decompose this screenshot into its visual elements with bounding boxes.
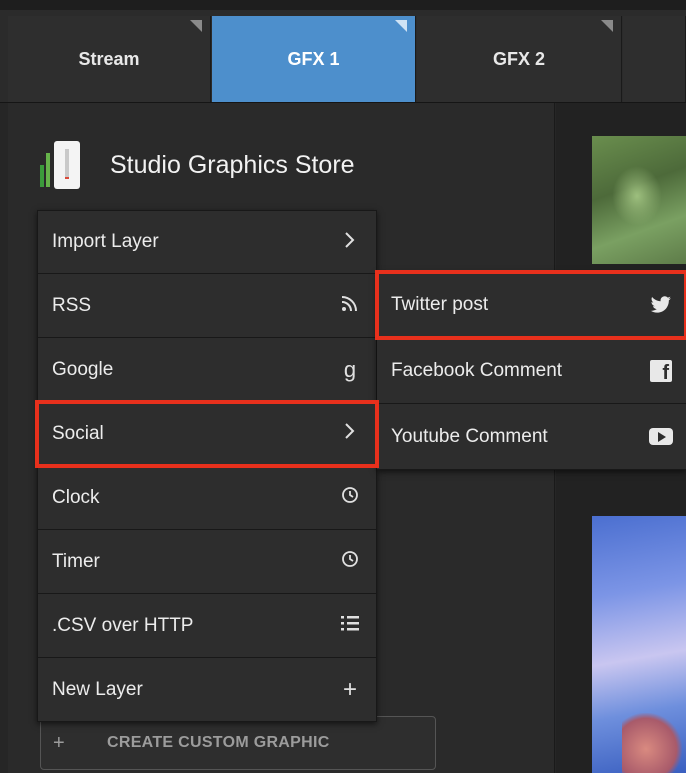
youtube-icon xyxy=(648,428,674,445)
submenu-item-label: Youtube Comment xyxy=(391,425,548,447)
tab-more[interactable] xyxy=(623,16,686,102)
tab-corner-icon xyxy=(395,20,407,32)
tab-label: GFX 1 xyxy=(287,48,340,69)
tab-corner-icon xyxy=(190,20,202,32)
menu-item-import-layer[interactable]: Import Layer xyxy=(37,210,377,274)
studio-graphics-store-icon xyxy=(40,137,96,193)
store-header: Studio Graphics Store xyxy=(40,135,355,195)
tab-label: GFX 2 xyxy=(492,48,545,69)
menu-item-label: Google xyxy=(52,358,114,380)
menu-item-google[interactable]: Google g xyxy=(37,338,377,402)
list-icon xyxy=(338,614,362,637)
twitter-icon xyxy=(648,295,674,314)
submenu-item-label: Facebook Comment xyxy=(391,359,563,381)
tab-label: Stream xyxy=(78,48,140,69)
menu-item-label: Import Layer xyxy=(52,231,159,252)
menu-item-clock[interactable]: Clock xyxy=(37,466,377,530)
menu-item-label: Clock xyxy=(52,486,100,508)
submenu-item-youtube-comment[interactable]: Youtube Comment xyxy=(377,404,686,470)
menu-item-csv-over-http[interactable]: .CSV over HTTP xyxy=(37,594,377,658)
create-custom-graphic-button[interactable]: + CREATE CUSTOM GRAPHIC xyxy=(40,716,436,770)
rss-icon xyxy=(338,294,362,317)
graphic-thumbnail[interactable] xyxy=(592,516,686,773)
submenu-item-facebook-comment[interactable]: Facebook Comment xyxy=(377,338,686,404)
graphic-thumbnail[interactable] xyxy=(592,136,686,264)
tab-gfx2[interactable]: GFX 2 xyxy=(417,16,622,102)
google-icon: g xyxy=(343,356,357,382)
menu-item-new-layer[interactable]: New Layer + xyxy=(37,658,377,722)
menu-item-social[interactable]: Social xyxy=(35,400,379,468)
clock-icon xyxy=(338,486,362,509)
add-layer-menu: Import Layer RSS Google g Social Clock T… xyxy=(35,210,379,722)
plus-icon: + xyxy=(342,675,357,703)
chevron-right-icon xyxy=(338,422,362,445)
submenu-item-label: Twitter post xyxy=(391,293,489,315)
menu-item-label: New Layer xyxy=(52,678,143,700)
menu-item-label: Social xyxy=(52,422,104,444)
social-submenu: Twitter post Facebook Comment Youtube Co… xyxy=(375,270,686,470)
menu-item-label: .CSV over HTTP xyxy=(52,614,194,636)
tab-gfx1[interactable]: GFX 1 xyxy=(212,16,416,102)
submenu-item-twitter-post[interactable]: Twitter post xyxy=(375,270,686,340)
chevron-right-icon xyxy=(338,231,362,254)
plus-icon: + xyxy=(53,731,65,754)
menu-item-timer[interactable]: Timer xyxy=(37,530,377,594)
clock-icon xyxy=(338,550,362,573)
tab-stream[interactable]: Stream xyxy=(8,16,211,102)
tab-bar: Stream GFX 1 GFX 2 xyxy=(0,0,686,103)
store-title: Studio Graphics Store xyxy=(110,150,355,179)
menu-item-rss[interactable]: RSS xyxy=(37,274,377,338)
facebook-icon xyxy=(648,359,674,385)
top-strip xyxy=(0,0,686,10)
create-button-label: CREATE CUSTOM GRAPHIC xyxy=(106,734,330,751)
menu-item-label: Timer xyxy=(52,550,100,572)
tab-corner-icon xyxy=(601,20,613,32)
menu-item-label: RSS xyxy=(52,294,92,316)
